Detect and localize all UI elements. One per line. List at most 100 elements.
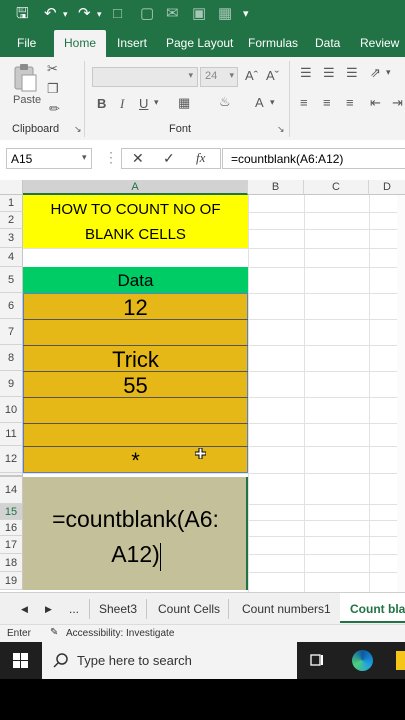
redo-icon[interactable]: ↷ bbox=[78, 5, 91, 23]
paste-button[interactable] bbox=[12, 63, 38, 92]
row-header-3[interactable]: 3 bbox=[0, 229, 23, 248]
email-icon[interactable]: ✉ bbox=[166, 5, 179, 23]
formula-edit-cell[interactable] bbox=[23, 477, 248, 590]
print-icon[interactable]: ▢ bbox=[140, 5, 154, 23]
row-header-4[interactable]: 4 bbox=[0, 248, 23, 267]
windows-start-icon[interactable] bbox=[13, 653, 28, 668]
row-header-7[interactable]: 7 bbox=[0, 319, 23, 345]
align-top-icon[interactable]: ☰ bbox=[300, 65, 312, 81]
sheet-tab-more[interactable]: ... bbox=[69, 599, 79, 619]
sheet-tab-count-numbers1[interactable]: Count numbers1 bbox=[242, 599, 331, 619]
paste-label: Paste bbox=[13, 94, 42, 106]
save-icon[interactable]: 🖫 bbox=[16, 5, 29, 23]
row-header-5[interactable]: 5 bbox=[0, 267, 23, 293]
sheet-tab-count-cells[interactable]: Count Cells bbox=[158, 599, 220, 619]
edge-browser-icon[interactable] bbox=[352, 650, 373, 671]
cell-border bbox=[23, 345, 248, 346]
undo-icon[interactable]: ↶ bbox=[44, 5, 57, 23]
tab-home[interactable]: Home bbox=[54, 30, 106, 57]
font-name-box[interactable]: ▾ bbox=[92, 67, 198, 87]
row-header-15[interactable]: 15 bbox=[0, 504, 23, 520]
row-header-11[interactable]: 11 bbox=[0, 423, 23, 446]
decrease-indent-icon[interactable]: ⇤ bbox=[370, 95, 381, 111]
scroll-left-icon[interactable]: ◀ bbox=[21, 599, 28, 619]
data-header-text: Data bbox=[117, 271, 154, 290]
open-folder-icon[interactable]: □ bbox=[113, 5, 122, 23]
formula-input[interactable]: =countblank(A6:A12) bbox=[222, 148, 405, 169]
undo-dropdown-icon[interactable]: ▾ bbox=[63, 5, 68, 23]
taskbar-search-box[interactable]: Type here to search bbox=[42, 642, 297, 679]
separator bbox=[89, 599, 90, 619]
chevron-down-icon[interactable]: ▾ bbox=[386, 67, 391, 78]
chevron-down-icon[interactable]: ▾ bbox=[154, 97, 159, 108]
worksheet-grid[interactable]: A B C D 1 2 3 4 5 6 7 8 9 10 11 12 14 15… bbox=[0, 180, 405, 592]
font-color-icon[interactable]: A bbox=[255, 95, 264, 110]
row-header-9[interactable]: 9 bbox=[0, 371, 23, 397]
cut-icon[interactable]: ✂ bbox=[47, 61, 58, 77]
column-header-d[interactable]: D bbox=[369, 180, 405, 195]
tab-insert[interactable]: Insert bbox=[117, 30, 147, 57]
vertical-scrollbar[interactable] bbox=[397, 195, 405, 592]
calendar-icon[interactable]: ▦ bbox=[218, 5, 232, 23]
font-launcher-icon[interactable]: ↘ bbox=[277, 124, 285, 135]
borders-icon[interactable]: ▦ bbox=[178, 95, 190, 111]
select-all-corner[interactable] bbox=[0, 180, 23, 195]
row-header-1[interactable]: 1 bbox=[0, 195, 23, 212]
sheet-tab-active[interactable]: Count blan bbox=[340, 593, 405, 623]
align-right-icon[interactable]: ≡ bbox=[346, 95, 354, 110]
align-bottom-icon[interactable]: ☰ bbox=[346, 65, 358, 81]
increase-indent-icon[interactable]: ⇥ bbox=[392, 95, 403, 111]
cancel-icon[interactable]: ✕ bbox=[132, 150, 144, 167]
chevron-down-icon[interactable]: ▾ bbox=[270, 97, 275, 108]
status-mode: Enter bbox=[7, 628, 31, 639]
align-middle-icon[interactable]: ☰ bbox=[323, 65, 335, 81]
row-header-8[interactable]: 8 bbox=[0, 345, 23, 371]
tab-formulas[interactable]: Formulas bbox=[248, 30, 298, 57]
tab-review[interactable]: Review bbox=[360, 30, 399, 57]
chevron-down-icon: ▾ bbox=[188, 70, 193, 80]
accessibility-icon: ✎ bbox=[50, 627, 59, 638]
formula-buttons: ✕ ✓ fx bbox=[121, 148, 221, 169]
row-header-10[interactable]: 10 bbox=[0, 397, 23, 423]
insert-function-icon[interactable]: fx bbox=[196, 150, 205, 166]
clipboard-launcher-icon[interactable]: ↘ bbox=[74, 124, 82, 135]
accessibility-status[interactable]: Accessibility: Investigate bbox=[66, 628, 174, 639]
column-header-b[interactable]: B bbox=[248, 180, 304, 195]
redo-dropdown-icon[interactable]: ▾ bbox=[97, 5, 102, 23]
enter-check-icon[interactable]: ✓ bbox=[163, 150, 175, 167]
chevron-down-icon[interactable]: ▾ bbox=[82, 152, 87, 163]
name-box[interactable]: A15 bbox=[6, 148, 92, 169]
sheet-tab-sheet3[interactable]: Sheet3 bbox=[99, 599, 137, 619]
tab-page-layout[interactable]: Page Layout bbox=[166, 30, 233, 57]
fill-color-icon[interactable]: ♨ bbox=[219, 94, 231, 110]
bold-icon[interactable]: B bbox=[97, 96, 106, 111]
status-bar: Enter ✎ Accessibility: Investigate bbox=[0, 624, 405, 642]
task-view-icon[interactable] bbox=[309, 652, 325, 668]
column-header-c[interactable]: C bbox=[304, 180, 369, 195]
row-header-17[interactable]: 17 bbox=[0, 536, 23, 554]
row-header-12[interactable]: 12 bbox=[0, 446, 23, 473]
tab-file[interactable]: File bbox=[17, 30, 36, 57]
align-left-icon[interactable]: ≡ bbox=[300, 95, 308, 110]
increase-font-icon[interactable]: Aˆ bbox=[245, 68, 258, 83]
row-header-16[interactable]: 16 bbox=[0, 520, 23, 536]
copy-icon[interactable]: ❐ bbox=[47, 81, 59, 97]
format-painter-icon[interactable]: ✏ bbox=[49, 101, 60, 117]
scroll-right-icon[interactable]: ▶ bbox=[45, 599, 52, 619]
column-header-a[interactable]: A bbox=[23, 180, 248, 195]
align-center-icon[interactable]: ≡ bbox=[323, 95, 331, 110]
row-header-18[interactable]: 18 bbox=[0, 554, 23, 572]
font-size-box[interactable]: 24 ▾ bbox=[200, 67, 238, 87]
italic-icon[interactable]: I bbox=[120, 96, 124, 112]
customize-toolbar-icon[interactable]: ▾ bbox=[243, 5, 249, 23]
underline-icon[interactable]: U bbox=[139, 96, 148, 111]
file-explorer-icon[interactable] bbox=[396, 651, 405, 670]
row-header-6[interactable]: 6 bbox=[0, 293, 23, 319]
row-header-14[interactable]: 14 bbox=[0, 477, 23, 504]
row-header-19[interactable]: 19 bbox=[0, 572, 23, 590]
orientation-icon[interactable]: ⇗ bbox=[370, 65, 381, 81]
decrease-font-icon[interactable]: Aˇ bbox=[266, 68, 279, 83]
row-header-2[interactable]: 2 bbox=[0, 212, 23, 229]
quick-print-icon[interactable]: ▣ bbox=[192, 5, 206, 23]
tab-data[interactable]: Data bbox=[315, 30, 340, 57]
